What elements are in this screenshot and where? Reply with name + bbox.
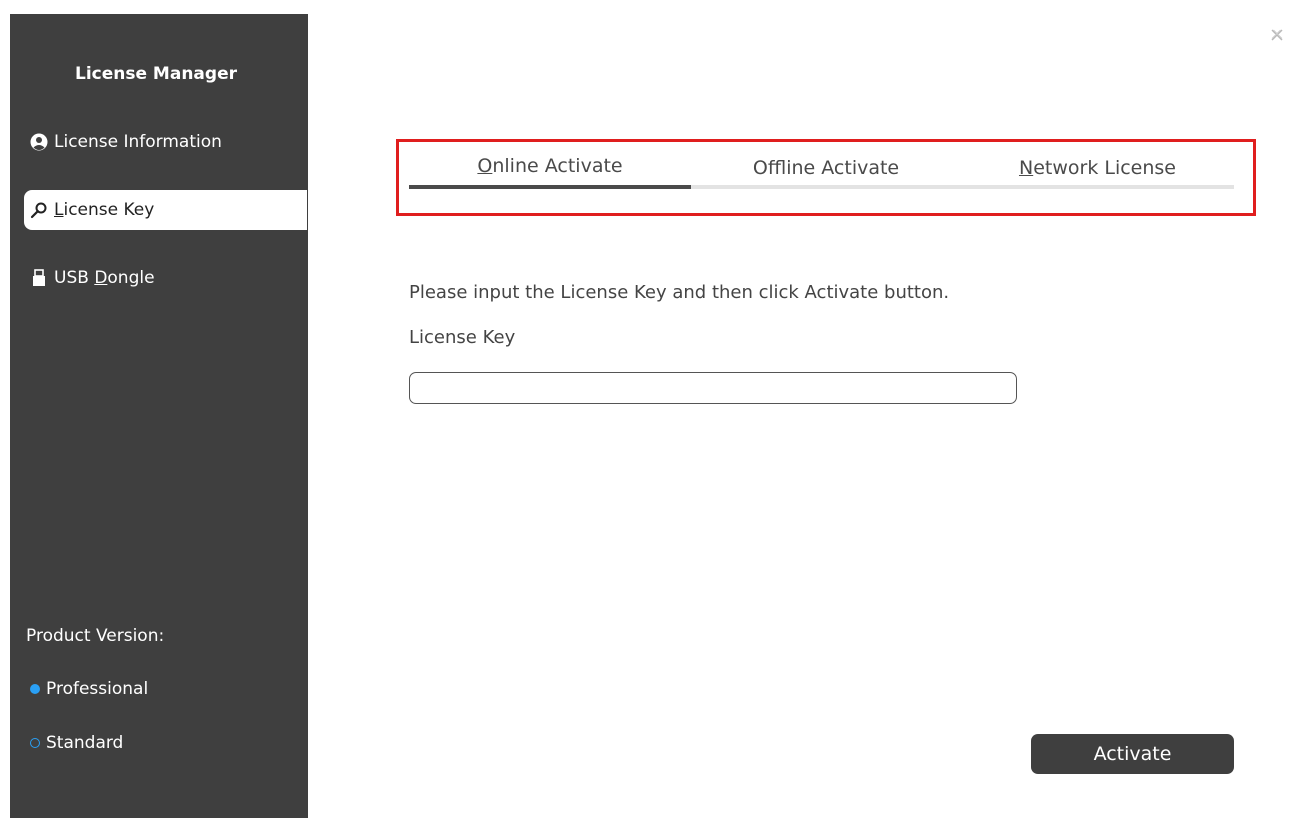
sidebar-item-label: USB Dongle (54, 268, 155, 288)
radio-label: Standard (46, 733, 124, 753)
tab-label: Offline Activate (752, 157, 900, 179)
activation-tab-bar: Online Activate Offline Activate Network… (409, 155, 1234, 189)
license-key-label: License Key (409, 327, 516, 348)
product-version-label: Product Version: (26, 626, 165, 646)
radio-unselected-icon (30, 738, 40, 748)
sidebar-item-label: License Information (54, 132, 222, 152)
radio-professional[interactable]: Professional (30, 679, 148, 699)
tab-label: Online Activate (477, 155, 623, 177)
user-circle-icon (30, 133, 48, 151)
app-title: License Manager (75, 64, 237, 84)
radio-selected-icon (30, 684, 40, 694)
usb-drive-icon (30, 269, 48, 287)
license-key-input[interactable] (409, 372, 1017, 404)
sidebar: License Manager License Information Lice… (10, 14, 308, 818)
close-icon[interactable] (1270, 27, 1284, 41)
tab-offline-activate[interactable]: Offline Activate (691, 157, 961, 187)
activate-button[interactable]: Activate (1031, 734, 1234, 774)
tab-label: Network License (1018, 157, 1176, 179)
tab-network-license[interactable]: Network License (961, 157, 1234, 187)
sidebar-item-license-key[interactable]: License Key (24, 190, 307, 230)
tab-active-indicator (409, 185, 691, 189)
tab-online-activate[interactable]: Online Activate (409, 155, 691, 185)
key-icon (30, 201, 48, 219)
sidebar-item-usb-dongle[interactable]: USB Dongle (24, 258, 307, 298)
radio-standard[interactable]: Standard (30, 733, 123, 753)
instruction-text: Please input the License Key and then cl… (409, 282, 950, 303)
sidebar-item-label: License Key (54, 200, 155, 220)
sidebar-item-license-information[interactable]: License Information (24, 122, 307, 162)
radio-label: Professional (46, 679, 149, 699)
